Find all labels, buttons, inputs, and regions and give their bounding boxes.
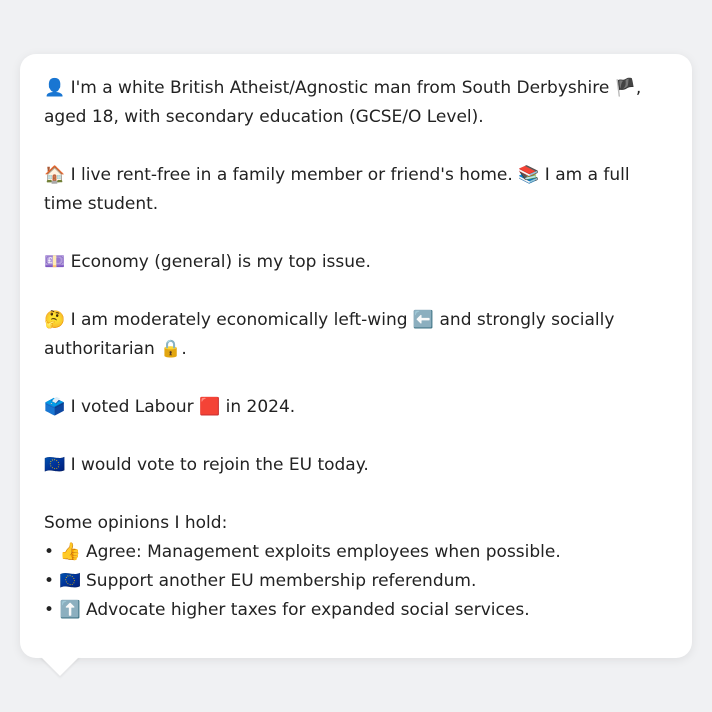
opinion-item: • ⬆️ Advocate higher taxes for expanded … <box>44 596 668 625</box>
thinking-face-icon: 🤔 <box>44 310 66 330</box>
opinion-text: Advocate higher taxes for expanded socia… <box>80 600 530 620</box>
bubble-tail <box>40 656 80 676</box>
opinion-item: • 🇪🇺 Support another EU membership refer… <box>44 567 668 596</box>
bullet: • <box>44 600 55 620</box>
top-issue-paragraph: 💷 Economy (general) is my top issue. <box>44 248 668 277</box>
opinion-item: • 👍 Agree: Management exploits employees… <box>44 538 668 567</box>
opinion-text: Support another EU membership referendum… <box>80 571 477 591</box>
ideology-end-text: . <box>181 339 187 359</box>
eu-flag-icon: 🇪🇺 <box>44 455 66 475</box>
books-icon: 📚 <box>518 165 540 185</box>
vote-paragraph: 🗳️ I voted Labour 🟥 in 2024. <box>44 393 668 422</box>
identity-paragraph: 👤 I'm a white British Atheist/Agnostic m… <box>44 74 668 132</box>
left-arrow-icon: ⬅️ <box>412 310 435 330</box>
vote-year-text: in 2024. <box>220 397 296 417</box>
money-icon: 💷 <box>44 252 66 272</box>
ideology-paragraph: 🤔 I am moderately economically left-wing… <box>44 306 668 364</box>
bullet: • <box>44 571 55 591</box>
lock-icon: 🔒 <box>160 339 182 359</box>
ideology-econ-text: I am moderately economically left-wing <box>65 310 413 330</box>
living-paragraph: 🏠 I live rent-free in a family member or… <box>44 161 668 219</box>
opinions-heading: Some opinions I hold: <box>44 513 228 533</box>
eu-paragraph: 🇪🇺 I would vote to rejoin the EU today. <box>44 451 668 480</box>
red-square-icon: 🟥 <box>199 397 221 417</box>
england-flag-icon: 🏴 <box>614 78 636 98</box>
eu-flag-icon: 🇪🇺 <box>59 571 81 591</box>
vote-text: I voted Labour <box>65 397 200 417</box>
bullet: • <box>44 542 55 562</box>
message-bubble: 👤 I'm a white British Atheist/Agnostic m… <box>20 54 692 658</box>
house-icon: 🏠 <box>44 165 66 185</box>
opinions-section: Some opinions I hold: • 👍 Agree: Managem… <box>44 509 668 625</box>
person-icon: 👤 <box>44 78 66 98</box>
ballot-box-icon: 🗳️ <box>44 397 66 417</box>
eu-text: I would vote to rejoin the EU today. <box>65 455 369 475</box>
living-text: I live rent-free in a family member or f… <box>65 165 519 185</box>
opinion-text: Agree: Management exploits employees whe… <box>80 542 561 562</box>
thumbs-up-icon: 👍 <box>59 542 81 562</box>
identity-text: I'm a white British Atheist/Agnostic man… <box>65 78 615 98</box>
up-arrow-icon: ⬆️ <box>59 600 81 620</box>
top-issue-text: Economy (general) is my top issue. <box>65 252 371 272</box>
